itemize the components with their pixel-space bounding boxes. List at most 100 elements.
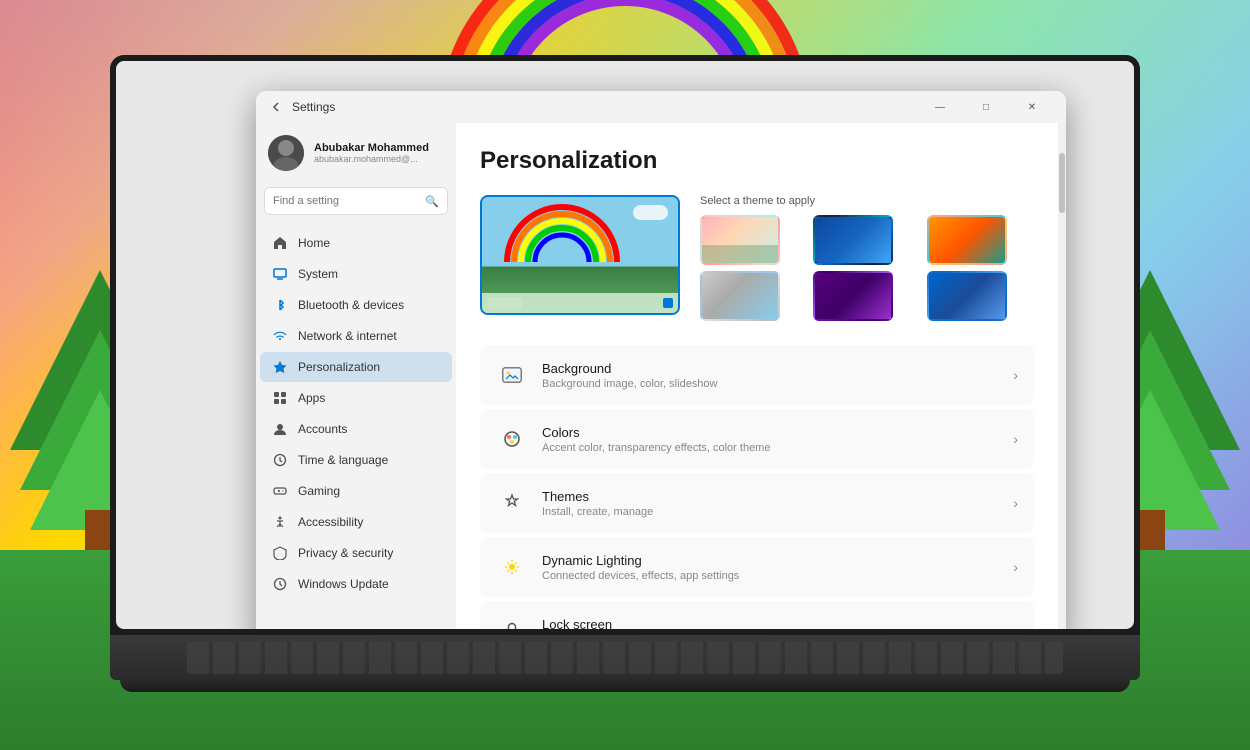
- sidebar-item-accessibility-label: Accessibility: [298, 515, 363, 529]
- screen-bezel: Settings — □ ✕: [110, 55, 1140, 635]
- lock-screen-text: Lock screen Lock screen images, apps, an…: [542, 617, 1013, 630]
- background-title: Background: [542, 361, 1013, 376]
- sidebar-item-bluetooth[interactable]: Bluetooth & devices: [260, 290, 452, 320]
- sidebar-item-home[interactable]: Home: [260, 228, 452, 258]
- sidebar-item-network-label: Network & internet: [298, 329, 397, 343]
- colors-arrow: ›: [1013, 431, 1018, 447]
- sidebar-item-update-label: Windows Update: [298, 577, 389, 591]
- themes-arrow: ›: [1013, 495, 1018, 511]
- sidebar-item-system-label: System: [298, 267, 338, 281]
- minimize-button[interactable]: —: [918, 92, 962, 122]
- current-theme-preview: [480, 195, 680, 315]
- theme-section: Select a theme to apply: [480, 195, 1034, 321]
- keyboard: [110, 635, 1140, 680]
- settings-item-lock-screen[interactable]: Lock screen Lock screen images, apps, an…: [480, 601, 1034, 629]
- network-icon: [272, 328, 288, 344]
- theme-thumb-1-inner: [702, 217, 778, 263]
- dynamic-lighting-text: Dynamic Lighting Connected devices, effe…: [542, 553, 1013, 582]
- screen-surface: Settings — □ ✕: [116, 61, 1134, 629]
- background-text: Background Background image, color, slid…: [542, 361, 1013, 390]
- back-button[interactable]: [268, 99, 284, 115]
- time-icon: [272, 452, 288, 468]
- search-input[interactable]: [273, 195, 425, 207]
- sidebar-item-apps-label: Apps: [298, 391, 325, 405]
- system-icon: [272, 266, 288, 282]
- user-profile[interactable]: Abubakar Mohammed abubakar.mohammed@...: [256, 123, 456, 187]
- settings-list: Background Background image, color, slid…: [480, 345, 1034, 629]
- apps-icon: [272, 390, 288, 406]
- settings-window: Settings — □ ✕: [256, 91, 1066, 629]
- sidebar-item-personalization[interactable]: Personalization: [260, 352, 452, 382]
- theme-thumbnails: Select a theme to apply: [700, 195, 1034, 321]
- theme-thumb-1[interactable]: [700, 215, 780, 265]
- dynamic-lighting-icon: [496, 551, 528, 583]
- sidebar-item-bluetooth-label: Bluetooth & devices: [298, 298, 404, 312]
- theme-thumb-6-inner: [929, 273, 1005, 319]
- bluetooth-icon: [272, 297, 288, 313]
- theme-thumb-3[interactable]: [927, 215, 1007, 265]
- sidebar-item-system[interactable]: System: [260, 259, 452, 289]
- sidebar-item-apps[interactable]: Apps: [260, 383, 452, 413]
- preview-taskbar: [482, 293, 678, 313]
- scrollbar-track[interactable]: [1058, 123, 1066, 629]
- settings-item-background[interactable]: Background Background image, color, slid…: [480, 345, 1034, 405]
- sidebar-item-accounts-label: Accounts: [298, 422, 347, 436]
- theme-thumb-3-inner: [929, 217, 1005, 263]
- theme-thumb-4[interactable]: [700, 271, 780, 321]
- theme-thumb-5[interactable]: [813, 271, 893, 321]
- themes-text: Themes Install, create, manage: [542, 489, 1013, 518]
- sidebar-item-time[interactable]: Time & language: [260, 445, 452, 475]
- lock-screen-arrow: ›: [1013, 623, 1018, 629]
- sidebar-item-gaming[interactable]: Gaming: [260, 476, 452, 506]
- gaming-icon: [272, 483, 288, 499]
- theme-thumb-2[interactable]: [813, 215, 893, 265]
- sidebar-item-home-label: Home: [298, 236, 330, 250]
- dynamic-lighting-title: Dynamic Lighting: [542, 553, 1013, 568]
- settings-item-dynamic-lighting[interactable]: Dynamic Lighting Connected devices, effe…: [480, 537, 1034, 597]
- sidebar-item-privacy[interactable]: Privacy & security: [260, 538, 452, 568]
- page-title: Personalization: [480, 147, 1034, 175]
- search-box[interactable]: 🔍: [264, 187, 448, 215]
- keyboard-base: [95, 635, 1155, 690]
- theme-thumb-6[interactable]: [927, 271, 1007, 321]
- sidebar-item-update[interactable]: Windows Update: [260, 569, 452, 599]
- title-bar: Settings — □ ✕: [256, 91, 1066, 123]
- theme-thumb-5-inner: [815, 273, 891, 319]
- sidebar: Abubakar Mohammed abubakar.mohammed@... …: [256, 123, 456, 629]
- sidebar-item-accessibility[interactable]: Accessibility: [260, 507, 452, 537]
- sidebar-item-personalization-label: Personalization: [298, 360, 380, 374]
- theme-select-label: Select a theme to apply: [700, 195, 1034, 207]
- settings-item-themes[interactable]: Themes Install, create, manage ›: [480, 473, 1034, 533]
- lock-screen-icon: [496, 615, 528, 629]
- update-icon: [272, 576, 288, 592]
- colors-desc: Accent color, transparency effects, colo…: [542, 442, 1013, 454]
- sidebar-nav: Home System: [256, 227, 456, 600]
- sidebar-item-time-label: Time & language: [298, 453, 388, 467]
- accounts-icon: [272, 421, 288, 437]
- themes-desc: Install, create, manage: [542, 506, 1013, 518]
- sidebar-item-accounts[interactable]: Accounts: [260, 414, 452, 444]
- themes-icon: [496, 487, 528, 519]
- sidebar-item-network[interactable]: Network & internet: [260, 321, 452, 351]
- theme-thumb-2-inner: [815, 217, 891, 263]
- t1-ground: [702, 245, 778, 263]
- avatar: [268, 135, 304, 171]
- user-name: Abubakar Mohammed: [314, 142, 444, 154]
- laptop-frame: Settings — □ ✕: [95, 55, 1155, 750]
- window-controls: — □ ✕: [918, 92, 1054, 122]
- background-icon: [496, 359, 528, 391]
- colors-icon: [496, 423, 528, 455]
- scrollbar-thumb[interactable]: [1059, 153, 1065, 213]
- sidebar-item-privacy-label: Privacy & security: [298, 546, 393, 560]
- dynamic-lighting-desc: Connected devices, effects, app settings: [542, 570, 1013, 582]
- preview-cloud: [633, 205, 668, 220]
- preview-taskbar-dot: [663, 298, 673, 308]
- lock-screen-title: Lock screen: [542, 617, 1013, 630]
- settings-item-colors[interactable]: Colors Accent color, transparency effect…: [480, 409, 1034, 469]
- colors-text: Colors Accent color, transparency effect…: [542, 425, 1013, 454]
- privacy-icon: [272, 545, 288, 561]
- close-button[interactable]: ✕: [1010, 92, 1054, 122]
- personalization-icon: [272, 359, 288, 375]
- main-content: Personalization: [456, 123, 1058, 629]
- maximize-button[interactable]: □: [964, 92, 1008, 122]
